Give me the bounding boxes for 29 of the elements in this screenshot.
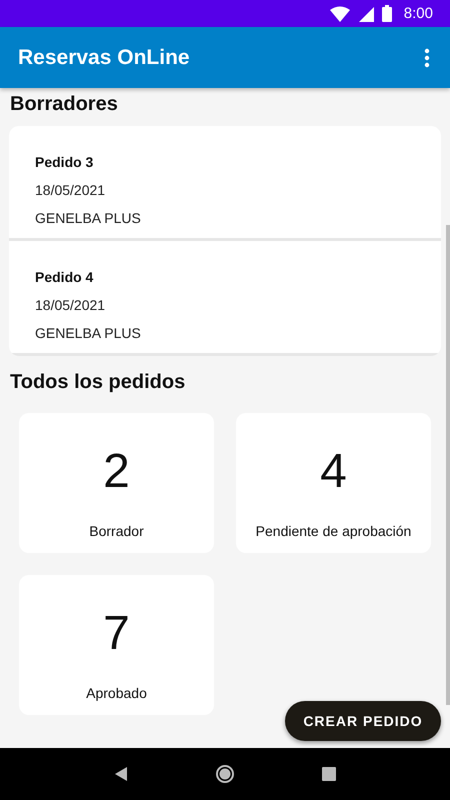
status-label: Aprobado [86,685,147,701]
order-date: 18/05/2021 [35,297,106,313]
app-title: Reservas OnLine [18,46,190,70]
draft-item[interactable]: Pedido 3 18/05/2021 GENELBA PLUS [9,126,441,241]
section-heading: Borradores [10,92,119,116]
order-count: 2 [103,447,130,497]
client-name: GENELBA PLUS [35,210,142,226]
recents-icon[interactable] [322,767,336,781]
status-label: Borrador [89,523,144,539]
order-date: 18/05/2021 [35,182,106,198]
draft-item[interactable]: Pedido 4 18/05/2021 GENELBA PLUS [9,241,441,356]
status-label: Pendiente de aprobación [256,523,412,539]
order-count: 7 [103,609,130,659]
back-icon[interactable] [114,766,128,782]
order-title: Pedido 4 [35,269,94,285]
more-menu-icon[interactable] [424,48,430,68]
section-heading: Todos los pedidos [10,370,186,394]
status-count-card[interactable]: 7 Aprobado [19,575,214,715]
clock: 8:00 [404,5,433,22]
status-count-card[interactable]: 4 Pendiente de aprobación [236,413,431,553]
order-title: Pedido 3 [35,154,94,170]
wifi-icon [330,6,350,22]
client-name: GENELBA PLUS [35,325,142,341]
create-order-button[interactable]: CREAR PEDIDO [285,701,441,741]
status-count-card[interactable]: 2 Borrador [19,413,214,553]
battery-icon [382,5,392,22]
order-count: 4 [320,447,347,497]
home-icon[interactable] [214,764,235,784]
signal-icon [358,6,374,22]
